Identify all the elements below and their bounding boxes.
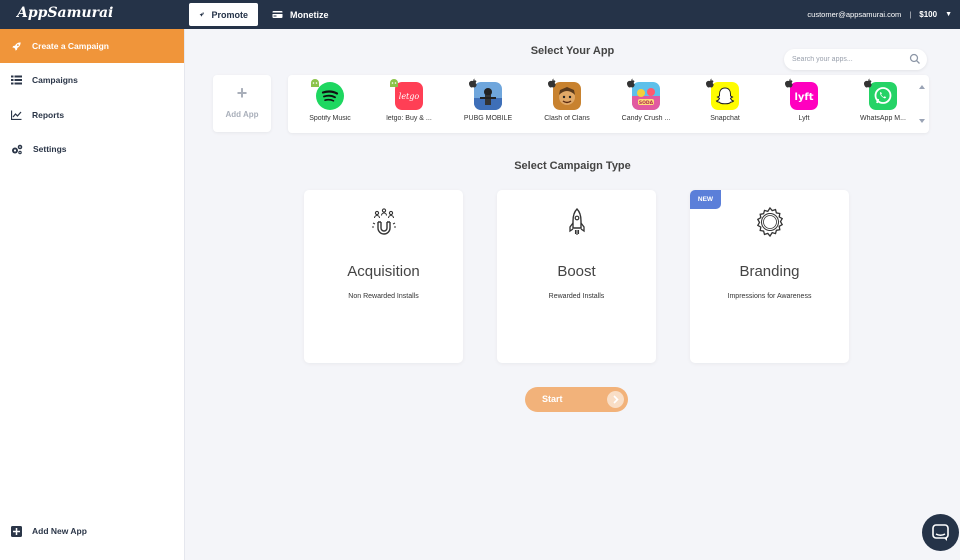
main-content: Select Your App + Add App Spotify Music … (185, 29, 960, 560)
app-search[interactable] (784, 49, 927, 70)
new-badge: NEW (690, 190, 721, 209)
android-icon (311, 79, 319, 87)
rocket-icon (199, 12, 204, 17)
start-button-label: Start (542, 394, 563, 404)
sidebar-item-create-campaign[interactable]: Create a Campaign (0, 29, 184, 63)
card-subtitle: Rewarded Installs (548, 293, 605, 300)
app-name: Candy Crush ... (621, 115, 671, 122)
card-title: Branding (739, 263, 800, 280)
search-input[interactable] (792, 52, 902, 67)
rocket-icon (12, 41, 21, 51)
campaign-type-title: Select Campaign Type (514, 160, 631, 172)
svg-text:lyft: lyft (794, 92, 813, 103)
apple-icon (706, 78, 714, 88)
card-title: Boost (557, 263, 596, 280)
app-name: letgo: Buy & ... (386, 115, 432, 122)
tab-monetize-label: Monetize (290, 9, 329, 20)
app-name: Lyft (798, 115, 810, 122)
sidebar-item-label: Settings (33, 144, 67, 154)
brand-seal-icon (756, 206, 784, 238)
card-icon (272, 11, 283, 18)
search-icon[interactable] (909, 53, 921, 65)
arrow-right-icon (607, 391, 624, 408)
letgo-app-icon: letgo (395, 82, 423, 110)
apple-icon (548, 78, 556, 88)
tab-promote[interactable]: Promote (189, 3, 258, 26)
list-icon (11, 75, 22, 85)
apple-icon (627, 78, 635, 88)
app-carousel: Spotify Music letgo letgo: Buy & ... PUB… (288, 75, 929, 133)
carousel-scroll-arrows[interactable] (918, 83, 926, 125)
chat-support-button[interactable] (922, 514, 959, 551)
snapchat-app-icon (711, 82, 739, 110)
top-bar: AppSamurai Promote Monetize customer@app… (0, 0, 960, 29)
campaign-card-acquisition[interactable]: Acquisition Non Rewarded Installs (304, 190, 463, 363)
tab-monetize[interactable]: Monetize (262, 3, 339, 26)
app-name: Spotify Music (309, 115, 351, 122)
app-item-candy-crush[interactable]: SODA Candy Crush ... (604, 78, 688, 130)
user-email[interactable]: customer@appsamurai.com (807, 10, 901, 19)
add-app-button[interactable]: + Add App (213, 75, 271, 132)
chart-icon (11, 110, 22, 120)
sidebar-item-label: Reports (32, 110, 65, 120)
spotify-app-icon (316, 82, 344, 110)
app-item-letgo[interactable]: letgo letgo: Buy & ... (367, 79, 451, 130)
account-area: customer@appsamurai.com | $100 ▼ (807, 0, 952, 29)
sidebar-item-campaigns[interactable]: Campaigns (0, 63, 184, 97)
lyft-app-icon: lyft (790, 82, 818, 110)
candy-crush-app-icon: SODA (632, 82, 660, 110)
sidebar-item-settings[interactable]: Settings (0, 132, 184, 166)
plus-icon: + (236, 83, 248, 103)
add-new-app-label: Add New App (32, 526, 87, 536)
separator: | (909, 10, 912, 19)
sidebar-item-label: Create a Campaign (32, 41, 109, 51)
app-item-clash-of-clans[interactable]: Clash of Clans (525, 78, 609, 130)
app-item-pubg[interactable]: PUBG MOBILE (446, 78, 530, 130)
app-item-spotify[interactable]: Spotify Music (288, 79, 372, 130)
rocket-icon (569, 208, 585, 235)
app-name: Clash of Clans (544, 115, 590, 122)
sidebar: Create a Campaign Campaigns Reports Sett… (0, 29, 185, 560)
app-item-snapchat[interactable]: Snapchat (683, 78, 767, 130)
app-logo[interactable]: AppSamurai (17, 5, 113, 21)
apple-icon (785, 78, 793, 88)
card-subtitle: Non Rewarded Installs (348, 293, 419, 300)
pubg-app-icon (474, 82, 502, 110)
card-subtitle: Impressions for Awareness (727, 293, 812, 300)
card-title: Acquisition (347, 263, 420, 280)
android-icon (390, 79, 398, 87)
plus-square-icon (11, 525, 22, 537)
campaign-card-branding[interactable]: NEW Branding Impressions for Awareness (690, 190, 849, 363)
svg-text:SODA: SODA (639, 100, 654, 106)
whatsapp-app-icon (869, 82, 897, 110)
app-name: PUBG MOBILE (463, 115, 513, 122)
apple-icon (864, 78, 872, 88)
sidebar-item-reports[interactable]: Reports (0, 98, 184, 132)
balance[interactable]: $100 (919, 10, 937, 19)
app-item-lyft[interactable]: lyft Lyft (762, 78, 846, 130)
start-button[interactable]: Start (525, 387, 628, 412)
app-item-whatsapp[interactable]: WhatsApp M... (841, 78, 925, 130)
apple-icon (469, 78, 477, 88)
app-name: Snapchat (710, 115, 740, 122)
add-new-app-button[interactable]: Add New App (0, 514, 184, 548)
chat-icon (932, 524, 949, 541)
gears-icon (12, 144, 23, 154)
tab-promote-label: Promote (211, 9, 248, 20)
clash-of-clans-app-icon (553, 82, 581, 110)
app-name: WhatsApp M... (860, 115, 906, 122)
sidebar-item-label: Campaigns (32, 75, 78, 85)
campaign-card-boost[interactable]: Boost Rewarded Installs (497, 190, 656, 363)
svg-text:letgo: letgo (399, 92, 420, 101)
magnet-people-icon (372, 208, 396, 235)
chevron-down-icon[interactable]: ▼ (945, 11, 952, 18)
add-app-label: Add App (225, 110, 259, 119)
